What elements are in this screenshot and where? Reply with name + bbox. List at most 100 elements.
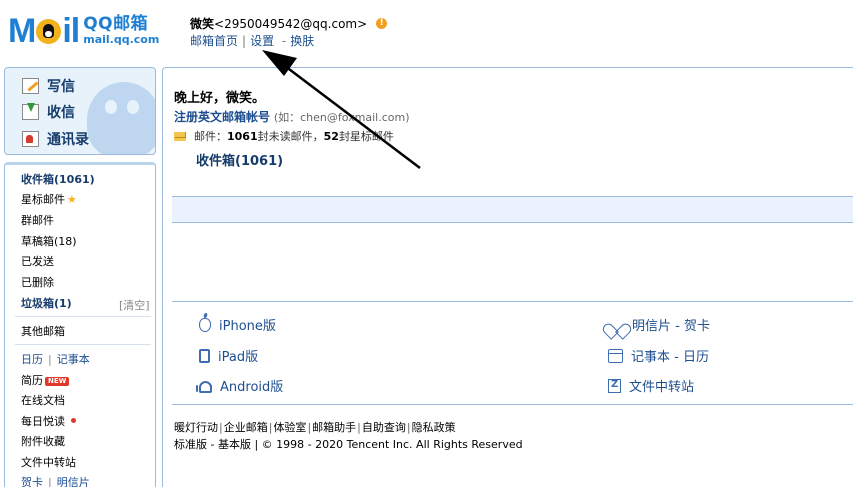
compose-icon [22, 78, 39, 94]
app-notes-calendar-label: 记事本 - 日历 [631, 350, 709, 365]
app-notes-calendar[interactable]: 记事本 - 日历 [608, 346, 709, 365]
attachment-favorites-item[interactable]: 附件收藏 [21, 435, 65, 449]
logo-text: QQ邮箱 mail.qq.com [83, 14, 159, 46]
folder-starred[interactable]: 星标邮件 ★ [21, 193, 77, 207]
dash: - [281, 34, 287, 48]
stats-starred-count: 52 [323, 129, 339, 143]
write-button[interactable]: 写信 [22, 76, 75, 96]
penguin-icon [36, 19, 62, 44]
online-docs-item[interactable]: 在线文档 [21, 394, 65, 408]
quick-actions-panel: 写信 收信 通讯录 [4, 67, 156, 155]
app-android[interactable]: Android版 [196, 376, 283, 395]
divider: | [307, 421, 312, 434]
footer-links: 暖灯行动|企业邮箱|体验室|邮箱助手|自助查询|隐私政策 [174, 419, 456, 435]
contacts-icon [22, 131, 39, 147]
logo-mail-mark: Mil [8, 12, 80, 50]
footer-link[interactable]: 暖灯行动 [174, 421, 218, 434]
heart-icon [608, 317, 624, 333]
app-iphone-label: iPhone版 [219, 319, 276, 334]
banner-bar [172, 197, 853, 223]
copyright-text: | © 1998 - 2020 Tencent Inc. All Rights … [250, 438, 523, 451]
standard-version-link[interactable]: 标准版 [174, 438, 207, 451]
mail-stats: 邮件： 1061 封未读邮件， 52 封星标邮件 [174, 128, 394, 144]
register-example: (如：chen@foxmail.com) [273, 111, 410, 124]
contacts-button[interactable]: 通讯录 [22, 129, 89, 149]
greeting: 晚上好，微笑。 [174, 91, 266, 106]
change-skin-link[interactable]: 换肤 [290, 34, 314, 48]
file-transfer-icon [608, 378, 621, 393]
receive-label: 收信 [47, 105, 75, 121]
android-icon [196, 381, 212, 393]
file-transfer-item[interactable]: 文件中转站 [21, 456, 76, 470]
daily-reading-label: 每日悦读 [21, 415, 65, 428]
folder-sent[interactable]: 已发送 [21, 255, 54, 269]
apple-icon [199, 317, 211, 332]
daily-reading-item[interactable]: 每日悦读 [21, 415, 76, 429]
divider: | [268, 421, 273, 434]
basic-version-link[interactable]: 基本版 [218, 438, 251, 451]
copyright-line: 标准版 - 基本版 | © 1998 - 2020 Tencent Inc. A… [174, 436, 523, 452]
banner-area [172, 196, 853, 302]
register-english-account[interactable]: 注册英文邮箱帐号 (如：chen@foxmail.com) [174, 108, 410, 125]
calendar-icon [608, 348, 623, 363]
apps-section: iPhone版 iPad版 Android版 明信片 - 贺卡 记事本 - 日历… [172, 302, 853, 405]
register-link[interactable]: 注册英文邮箱帐号 [174, 110, 270, 124]
settings-link[interactable]: 设置 [250, 34, 274, 48]
calendar-notes-row: 日历 | 记事本 [21, 353, 90, 367]
dash: - [207, 438, 218, 451]
receive-button[interactable]: 收信 [22, 102, 75, 122]
postcard-link[interactable]: 明信片 [57, 476, 90, 487]
divider: | [357, 421, 361, 434]
folder-other-mailboxes[interactable]: 其他邮箱 [21, 325, 65, 339]
qq-mail-logo[interactable]: Mil QQ邮箱 mail.qq.com [8, 14, 159, 50]
app-file-transfer[interactable]: 文件中转站 [608, 376, 694, 395]
divider: | [219, 421, 223, 434]
app-postcard[interactable]: 明信片 - 贺卡 [608, 315, 710, 334]
folder-starred-label: 星标邮件 [21, 193, 65, 206]
mailbox-home-link[interactable]: 邮箱首页 [190, 34, 238, 48]
notes-link[interactable]: 记事本 [57, 353, 90, 366]
unread-dot-icon [71, 418, 76, 423]
stats-suffix: 封星标邮件 [338, 130, 394, 143]
stats-unread-count: 1061 [227, 129, 258, 143]
calendar-link[interactable]: 日历 [21, 353, 43, 366]
footer-link[interactable]: 邮箱助手 [312, 421, 356, 434]
contacts-label: 通讯录 [47, 132, 89, 148]
footer-link[interactable]: 自助查询 [362, 421, 406, 434]
app-iphone[interactable]: iPhone版 [196, 315, 276, 334]
warning-icon[interactable]: ! [376, 18, 388, 29]
greeting-card-link[interactable]: 贺卡 [21, 476, 43, 487]
user-name: 微笑 [190, 17, 215, 31]
app-ipad-label: iPad版 [218, 350, 259, 365]
new-badge: NEW [45, 377, 70, 386]
folder-deleted[interactable]: 已删除 [21, 276, 54, 290]
logo-url: mail.qq.com [83, 33, 160, 46]
write-label: 写信 [47, 79, 75, 95]
folder-group[interactable]: 群邮件 [21, 214, 54, 228]
folder-spam[interactable]: 垃圾箱(1) [21, 297, 72, 311]
penguin-decoration [87, 82, 155, 154]
app-ipad[interactable]: iPad版 [196, 346, 258, 365]
folder-panel: 收件箱(1061) 星标邮件 ★ 群邮件 草稿箱(18) 已发送 已删除 垃圾箱(… [4, 162, 156, 487]
divider: | [48, 476, 52, 487]
user-line: 微笑 <2950049542@qq.com> ! [190, 15, 388, 32]
spam-clear-link[interactable]: [清空] [119, 297, 150, 313]
stats-mid: 封未读邮件， [257, 130, 324, 143]
logo-cn: QQ邮箱 [83, 14, 149, 34]
user-email: <2950049542@qq.com> [214, 16, 368, 31]
footer-link[interactable]: 隐私政策 [412, 421, 456, 434]
app-postcard-label: 明信片 - 贺卡 [632, 319, 710, 334]
divider [15, 344, 151, 345]
divider: | [406, 421, 411, 434]
folder-drafts[interactable]: 草稿箱(18) [21, 235, 77, 249]
inbox-link[interactable]: 收件箱(1061) [196, 150, 283, 169]
footer-link[interactable]: 企业邮箱 [224, 421, 268, 434]
inbox-download-icon [22, 103, 39, 120]
envelope-icon [174, 131, 186, 141]
card-postcard-row: 贺卡 | 明信片 [21, 476, 90, 487]
resume-label: 简历 [21, 374, 43, 387]
resume-item[interactable]: 简历 NEW [21, 374, 70, 388]
folder-inbox[interactable]: 收件箱(1061) [21, 173, 95, 187]
footer-link[interactable]: 体验室 [273, 421, 306, 434]
divider: | [242, 34, 247, 48]
